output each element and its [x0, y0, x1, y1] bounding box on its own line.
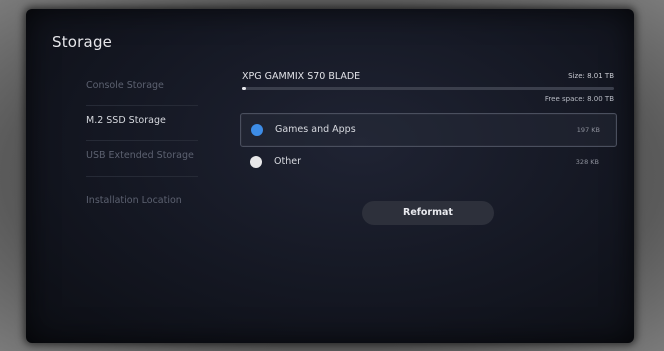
- storage-screen: Storage Console Storage M.2 SSD Storage …: [26, 9, 634, 343]
- storage-usage-fill: [242, 87, 247, 90]
- category-color-dot: [250, 156, 262, 168]
- sidebar-item-console-storage[interactable]: Console Storage: [86, 80, 164, 91]
- drive-size: Size: 8.01 TB: [568, 72, 614, 80]
- reformat-button[interactable]: Reformat: [362, 201, 494, 225]
- sidebar-item-m2-ssd-storage[interactable]: M.2 SSD Storage: [86, 115, 166, 126]
- storage-usage-bar: [242, 87, 614, 90]
- sidebar-divider: [86, 176, 198, 177]
- category-size: 328 KB: [575, 158, 599, 166]
- category-row-games-and-apps[interactable]: Games and Apps 197 KB: [240, 113, 617, 147]
- category-label: Other: [274, 156, 301, 167]
- sidebar-item-installation-location[interactable]: Installation Location: [86, 195, 182, 206]
- free-space-label: Free space: 8.00 TB: [544, 95, 614, 103]
- category-label: Games and Apps: [275, 124, 356, 135]
- category-row-other[interactable]: Other 328 KB: [240, 146, 615, 178]
- sidebar-divider: [86, 105, 198, 106]
- sidebar-item-usb-extended-storage[interactable]: USB Extended Storage: [86, 150, 194, 161]
- category-color-dot: [251, 124, 263, 136]
- category-size: 197 KB: [576, 126, 600, 134]
- page-title: Storage: [52, 33, 113, 51]
- drive-name: XPG GAMMIX S70 BLADE: [242, 71, 361, 82]
- sidebar-divider: [86, 140, 198, 141]
